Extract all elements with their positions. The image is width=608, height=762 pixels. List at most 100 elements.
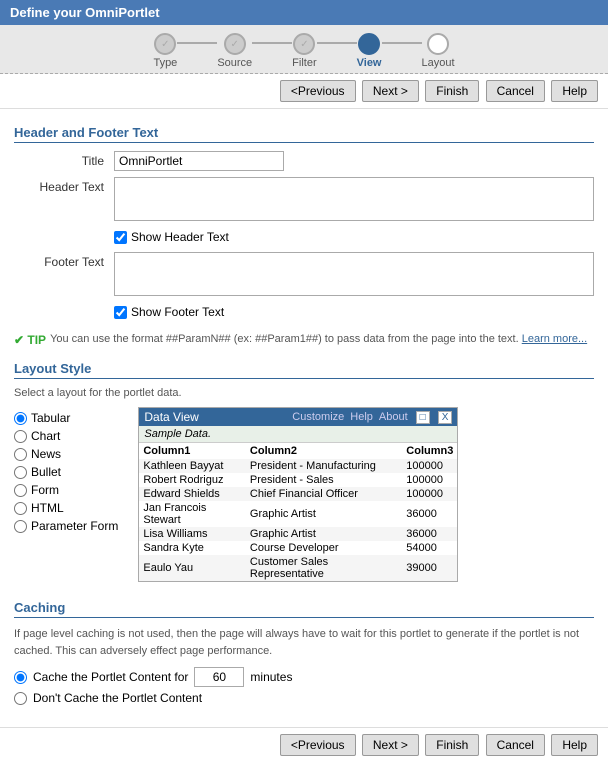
bottom-previous-button[interactable]: <Previous	[280, 734, 356, 756]
table-cell: 36000	[402, 527, 457, 541]
top-cancel-button[interactable]: Cancel	[486, 80, 545, 102]
radio-bullet-label: Bullet	[31, 465, 61, 479]
cache-option1-row: Cache the Portlet Content for minutes	[14, 667, 594, 687]
header-text-input[interactable]	[114, 177, 594, 221]
tip-text: You can use the format ##ParamN## (ex: #…	[50, 333, 587, 345]
radio-news-input[interactable]	[14, 448, 27, 461]
dv-col2-header: Column2	[246, 443, 402, 459]
dv-customize-link[interactable]: Customize	[292, 411, 344, 423]
dv-col3-header: Column3	[402, 443, 457, 459]
layout-radio-list: Tabular Chart News Bullet Form HTML	[14, 407, 118, 533]
step-layout-label: Layout	[422, 57, 455, 69]
radio-parameter-form: Parameter Form	[14, 519, 118, 533]
titlebar-label: Define your OmniPortlet	[10, 5, 160, 20]
top-finish-button[interactable]: Finish	[425, 80, 479, 102]
table-cell: 100000	[402, 459, 457, 473]
step-filter-circle: ✓	[293, 33, 315, 55]
table-cell: Sandra Kyte	[139, 541, 246, 555]
step-type-circle: ✓	[154, 33, 176, 55]
radio-parameter-form-label: Parameter Form	[31, 519, 118, 533]
radio-tabular-input[interactable]	[14, 412, 27, 425]
bottom-next-button[interactable]: Next >	[362, 734, 419, 756]
connector-2	[252, 42, 292, 44]
layout-style-section-title: Layout Style	[14, 361, 594, 379]
footer-text-input-wrapper	[114, 252, 594, 299]
minutes-label: minutes	[250, 670, 292, 684]
cache-option2-label: Don't Cache the Portlet Content	[33, 691, 202, 705]
step-source: ✓ Source	[217, 33, 252, 69]
top-next-button[interactable]: Next >	[362, 80, 419, 102]
radio-form: Form	[14, 483, 118, 497]
step-view: View	[357, 33, 382, 69]
show-footer-checkbox[interactable]	[114, 306, 127, 319]
caching-section-title: Caching	[14, 600, 594, 618]
radio-bullet-input[interactable]	[14, 466, 27, 479]
show-header-row: Show Header Text	[114, 230, 594, 244]
cache-option1-label: Cache the Portlet Content for	[33, 670, 188, 684]
table-cell: 39000	[402, 555, 457, 581]
radio-html-label: HTML	[31, 501, 64, 515]
table-row: Jan Francois StewartGraphic Artist36000	[139, 501, 457, 527]
dv-help-link[interactable]: Help	[350, 411, 373, 423]
dv-tbody: Kathleen BayyatPresident - Manufacturing…	[139, 459, 457, 581]
bottom-nav-buttons: <Previous Next > Finish Cancel Help	[0, 727, 608, 762]
footer-text-label: Footer Text	[14, 252, 114, 269]
radio-form-input[interactable]	[14, 484, 27, 497]
footer-text-row: Footer Text	[14, 252, 594, 299]
table-cell: Customer Sales Representative	[246, 555, 402, 581]
dv-about-link[interactable]: About	[379, 411, 408, 423]
title-input[interactable]	[114, 151, 284, 171]
table-cell: Robert Rodriguz	[139, 473, 246, 487]
title-input-wrapper	[114, 151, 594, 171]
table-row: Edward ShieldsChief Financial Officer100…	[139, 487, 457, 501]
top-nav-buttons: <Previous Next > Finish Cancel Help	[0, 74, 608, 109]
table-cell: Kathleen Bayyat	[139, 459, 246, 473]
connector-1	[177, 42, 217, 44]
show-header-checkbox[interactable]	[114, 231, 127, 244]
dv-minimize-icon[interactable]: X	[438, 411, 453, 424]
table-cell: 54000	[402, 541, 457, 555]
table-row: Sandra KyteCourse Developer54000	[139, 541, 457, 555]
radio-html-input[interactable]	[14, 502, 27, 515]
table-cell: Eaulo Yau	[139, 555, 246, 581]
table-row: Lisa WilliamsGraphic Artist36000	[139, 527, 457, 541]
cache-option2-row: Don't Cache the Portlet Content	[14, 691, 594, 705]
learn-more-link[interactable]: Learn more...	[522, 333, 587, 345]
radio-news-label: News	[31, 447, 61, 461]
dv-header: Data View Customize Help About □ X	[139, 408, 457, 426]
table-cell: Edward Shields	[139, 487, 246, 501]
layout-style-description: Select a layout for the portlet data.	[14, 387, 594, 399]
connector-4	[382, 42, 422, 44]
table-cell: President - Sales	[246, 473, 402, 487]
step-view-label: View	[357, 57, 382, 69]
table-cell: Graphic Artist	[246, 527, 402, 541]
table-cell: Course Developer	[246, 541, 402, 555]
dv-close-icon[interactable]: □	[416, 411, 430, 424]
bottom-finish-button[interactable]: Finish	[425, 734, 479, 756]
table-row: Robert RodriguzPresident - Sales100000	[139, 473, 457, 487]
radio-form-label: Form	[31, 483, 59, 497]
header-text-row: Header Text	[14, 177, 594, 224]
footer-text-input[interactable]	[114, 252, 594, 296]
dv-table: Column1 Column2 Column3 Kathleen BayyatP…	[139, 443, 457, 581]
radio-tabular-label: Tabular	[31, 411, 70, 425]
radio-parameter-form-input[interactable]	[14, 520, 27, 533]
bottom-help-button[interactable]: Help	[551, 734, 598, 756]
header-footer-section-title: Header and Footer Text	[14, 125, 594, 143]
table-cell: Graphic Artist	[246, 501, 402, 527]
cache-option1-radio[interactable]	[14, 671, 27, 684]
cache-option2-radio[interactable]	[14, 692, 27, 705]
radio-tabular: Tabular	[14, 411, 118, 425]
bottom-cancel-button[interactable]: Cancel	[486, 734, 545, 756]
connector-3	[317, 42, 357, 44]
top-help-button[interactable]: Help	[551, 80, 598, 102]
radio-chart: Chart	[14, 429, 118, 443]
show-footer-label: Show Footer Text	[131, 305, 224, 319]
step-source-circle: ✓	[224, 33, 246, 55]
cache-minutes-input[interactable]	[194, 667, 244, 687]
radio-chart-input[interactable]	[14, 430, 27, 443]
steps-row: ✓ Type ✓ Source ✓ Filter View Layout	[0, 33, 608, 69]
table-cell: Jan Francois Stewart	[139, 501, 246, 527]
top-previous-button[interactable]: <Previous	[280, 80, 356, 102]
table-row: Eaulo YauCustomer Sales Representative39…	[139, 555, 457, 581]
